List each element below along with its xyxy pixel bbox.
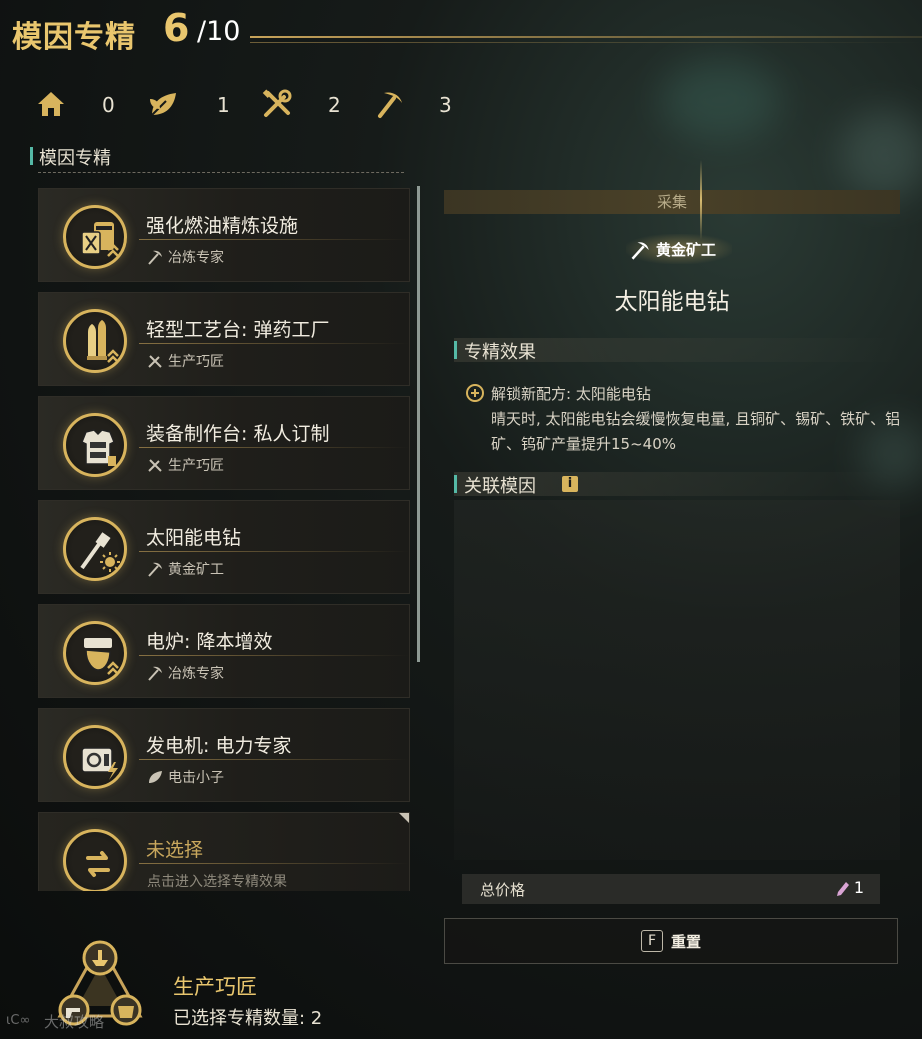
decor-line (139, 655, 409, 656)
related-heading: 关联模因 i (454, 472, 900, 497)
divider (38, 172, 404, 173)
decor-line (139, 447, 409, 448)
related-area (454, 500, 900, 860)
decor-line (139, 551, 409, 552)
page-title: 模因专精 (12, 20, 136, 55)
specialization-list: 强化燃油精炼设施 冶炼专家 轻型工艺台: 弹药工厂 生产巧匠 装备制作台: 私人… (38, 188, 410, 891)
decor-line (139, 759, 409, 760)
corner-marker (399, 813, 409, 823)
svg-text:ιC∞: ιC∞ (6, 1013, 30, 1027)
item-name: 装备制作台: 私人订制 (146, 423, 330, 445)
category-count: 1 (217, 93, 230, 117)
leaf-icon (150, 93, 176, 116)
tools-icon (148, 459, 162, 472)
ammo-icon (63, 309, 127, 373)
effect-heading: 专精效果 (454, 338, 900, 363)
item-name: 强化燃油精炼设施 (146, 215, 299, 237)
detail-category: 采集 (444, 190, 900, 214)
category-count: 2 (328, 93, 341, 117)
fuel-tank-icon (63, 205, 127, 269)
selected-count: 6 (163, 6, 190, 50)
list-item[interactable]: 太阳能电钻 黄金矿工 (38, 500, 410, 594)
tools-icon (262, 89, 292, 117)
background-blur (840, 110, 922, 200)
armor-icon (63, 413, 127, 477)
watermark: ιC∞ 大叔攻略 (6, 1013, 105, 1031)
category-count: 3 (439, 93, 452, 117)
category-tools[interactable]: 2 (262, 88, 352, 122)
accent-bar (454, 475, 457, 493)
price-row: 总价格 1 (462, 874, 880, 904)
list-item[interactable]: 装备制作台: 私人订制 生产巧匠 (38, 396, 410, 490)
background-blur (660, 60, 780, 140)
summary-title: 生产巧匠 (173, 975, 257, 999)
accent-bar (30, 147, 33, 165)
price-value: 1 (853, 878, 864, 897)
pickaxe-icon (378, 92, 402, 118)
furnace-icon (63, 621, 127, 685)
section-heading-label: 模因专精 (39, 148, 111, 169)
watermark-logo-icon: ιC∞ (6, 1013, 30, 1028)
item-name: 发电机: 电力专家 (146, 735, 292, 757)
pickaxe-icon (148, 666, 162, 681)
list-scrollbar[interactable] (417, 186, 420, 662)
key-hint: F (641, 930, 663, 952)
generator-icon (63, 725, 127, 789)
decor-line (139, 239, 409, 240)
leaf-icon (149, 771, 162, 783)
item-name: 电炉: 降本增效 (146, 631, 273, 653)
reset-button[interactable]: F 重置 (444, 918, 898, 964)
effect-description: 晴天时, 太阳能电钻会缓慢恢复电量, 且铜矿、锡矿、铁矿、铝矿、钨矿产量提升15… (491, 410, 901, 453)
item-name: 太阳能电钻 (146, 527, 242, 549)
decor-line (139, 343, 409, 344)
pickaxe-icon (148, 562, 162, 577)
plus-circle-icon (466, 384, 484, 402)
category-count: 0 (102, 93, 115, 117)
total-count: /10 (197, 16, 241, 47)
detail-title: 太阳能电钻 (614, 289, 730, 315)
list-item[interactable]: 轻型工艺台: 弹药工厂 生产巧匠 (38, 292, 410, 386)
effect-title: 解锁新配方: 太阳能电钻 (491, 385, 651, 403)
info-icon[interactable]: i (562, 476, 578, 492)
decor-line (139, 863, 409, 864)
detail-panel: 采集 黄金矿工 太阳能电钻 专精效果 解锁新配方: 太阳能电钻 晴天时, 太阳能… (444, 160, 901, 910)
category-house[interactable]: 0 (36, 88, 126, 122)
glow-decor (700, 160, 702, 240)
item-name: 未选择 (146, 839, 204, 861)
pickaxe-icon (631, 242, 649, 260)
price-label: 总价格 (480, 881, 526, 899)
accent-bar (454, 341, 457, 359)
detail-tag: 黄金矿工 (626, 234, 732, 264)
tools-icon (148, 355, 162, 368)
list-item[interactable]: 电炉: 降本增效 冶炼专家 (38, 604, 410, 698)
category-pickaxe[interactable]: 3 (374, 88, 464, 122)
solar-drill-icon (63, 517, 127, 581)
category-leaf[interactable]: 1 (148, 88, 238, 122)
list-item-unselected[interactable]: 未选择 点击进入选择专精效果 (38, 812, 410, 891)
item-name: 轻型工艺台: 弹药工厂 (146, 319, 330, 341)
list-item[interactable]: 强化燃油精炼设施 冶炼专家 (38, 188, 410, 282)
summary-subtitle: 已选择专精数量: 2 (173, 1008, 323, 1029)
reset-label: 重置 (671, 933, 702, 951)
swap-icon (63, 829, 127, 891)
pickaxe-icon (148, 250, 162, 265)
list-item[interactable]: 发电机: 电力专家 电击小子 (38, 708, 410, 802)
house-icon (38, 92, 64, 116)
crystal-icon (837, 882, 849, 896)
header-divider (250, 36, 922, 38)
header: 模因专精 6 /10 (0, 0, 922, 60)
header-divider (250, 42, 922, 43)
